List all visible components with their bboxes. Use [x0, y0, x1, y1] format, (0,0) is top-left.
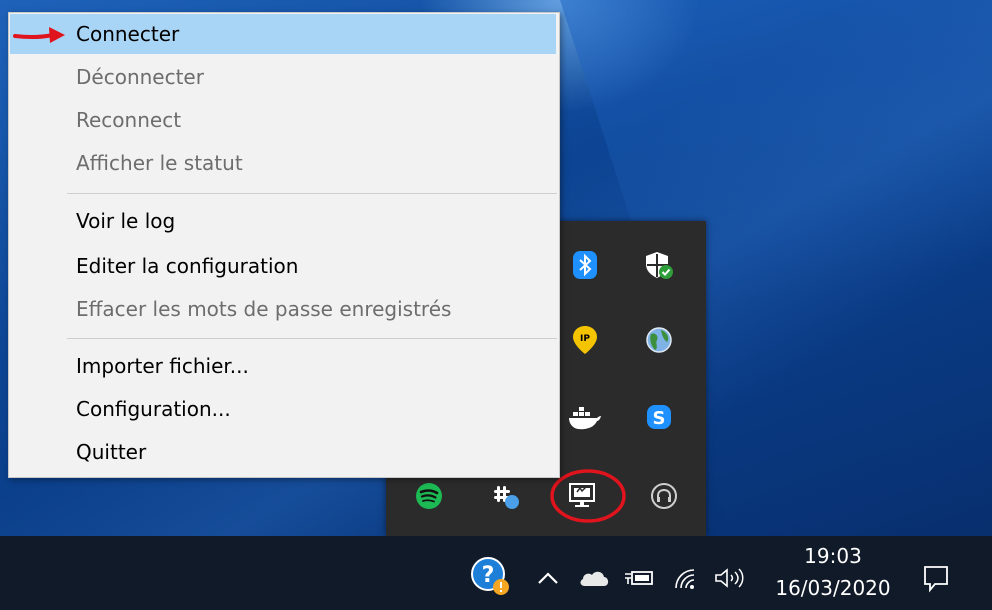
annotation-circle [550, 469, 626, 523]
openvpn-context-menu: Connecter Déconnecter Reconnect Afficher… [8, 12, 560, 478]
spotify-icon[interactable] [409, 476, 449, 516]
menu-item-quit[interactable]: Quitter [10, 432, 558, 472]
menu-item-label: Effacer les mots de passe enregistrés [76, 297, 452, 321]
help-update-icon[interactable]: ? [468, 554, 512, 598]
menu-separator [67, 193, 557, 194]
svg-text:S: S [653, 408, 666, 429]
onedrive-icon[interactable] [576, 564, 612, 592]
ip-location-icon[interactable]: IP [565, 320, 605, 360]
menu-item-label: Déconnecter [76, 65, 204, 89]
menu-item-reconnect: Reconnect [10, 100, 558, 140]
skype-icon[interactable]: S [639, 397, 679, 437]
menu-item-show-status: Afficher le statut [10, 143, 558, 183]
menu-item-label: Quitter [76, 440, 147, 464]
battery-charging-icon[interactable] [622, 566, 656, 590]
menu-item-label: Voir le log [76, 209, 176, 233]
globe-icon[interactable] [639, 320, 679, 360]
wifi-icon[interactable] [670, 564, 704, 592]
menu-item-label: Afficher le statut [76, 151, 243, 175]
svg-text:IP: IP [580, 334, 590, 344]
volume-icon[interactable] [712, 564, 748, 592]
annotation-arrow-icon [13, 27, 65, 43]
menu-item-label: Editer la configuration [76, 254, 299, 278]
menu-separator [67, 338, 557, 339]
show-hidden-icons-chevron-up-icon[interactable] [534, 566, 562, 590]
menu-item-label: Configuration... [76, 397, 231, 421]
menu-item-connect[interactable]: Connecter [10, 14, 556, 54]
action-center-notification-icon[interactable] [916, 560, 956, 596]
headset-icon[interactable] [644, 476, 684, 516]
menu-item-import-file[interactable]: Importer fichier... [10, 346, 558, 386]
menu-item-disconnect: Déconnecter [10, 57, 558, 97]
slack-icon[interactable] [486, 476, 526, 516]
taskbar-clock-date[interactable]: 16/03/2020 [768, 576, 898, 600]
bluetooth-icon[interactable] [565, 245, 605, 285]
windows-security-icon[interactable] [639, 245, 679, 285]
svg-text:?: ? [482, 563, 495, 588]
menu-item-label: Reconnect [76, 108, 182, 132]
menu-item-edit-config[interactable]: Editer la configuration [10, 246, 558, 286]
menu-item-label: Connecter [76, 22, 180, 46]
taskbar-clock-time[interactable]: 19:03 [768, 544, 898, 568]
menu-item-label: Importer fichier... [76, 354, 249, 378]
menu-item-clear-passwords: Effacer les mots de passe enregistrés [10, 289, 558, 329]
docker-icon[interactable] [565, 397, 605, 437]
menu-item-settings[interactable]: Configuration... [10, 389, 558, 429]
menu-item-view-log[interactable]: Voir le log [10, 201, 558, 241]
